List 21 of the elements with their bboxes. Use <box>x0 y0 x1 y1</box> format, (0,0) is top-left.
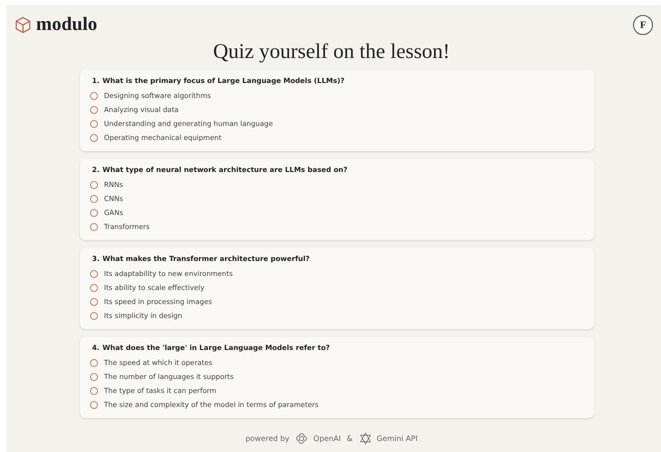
radio-button[interactable] <box>90 373 98 381</box>
radio-button[interactable] <box>90 209 98 217</box>
logo-text: modulo <box>36 14 98 36</box>
radio-button[interactable] <box>90 312 98 320</box>
radio-button[interactable] <box>90 387 98 395</box>
cube-icon <box>14 16 32 34</box>
radio-button[interactable] <box>90 106 98 114</box>
avatar-button[interactable]: F <box>633 15 653 35</box>
radio-button[interactable] <box>90 223 98 231</box>
radio-button[interactable] <box>90 298 98 306</box>
radio-button[interactable] <box>90 120 98 128</box>
radio-button[interactable] <box>90 284 98 292</box>
radio-button[interactable] <box>90 195 98 203</box>
radio-button[interactable] <box>90 401 98 409</box>
radio-button[interactable] <box>90 92 98 100</box>
radio-button[interactable] <box>90 270 98 278</box>
star-icon <box>358 432 372 445</box>
page-title: Quiz yourself on the lesson! <box>212 39 451 64</box>
radio-button[interactable] <box>90 181 98 189</box>
radio-button[interactable] <box>90 134 98 142</box>
radio-button[interactable] <box>90 359 98 367</box>
